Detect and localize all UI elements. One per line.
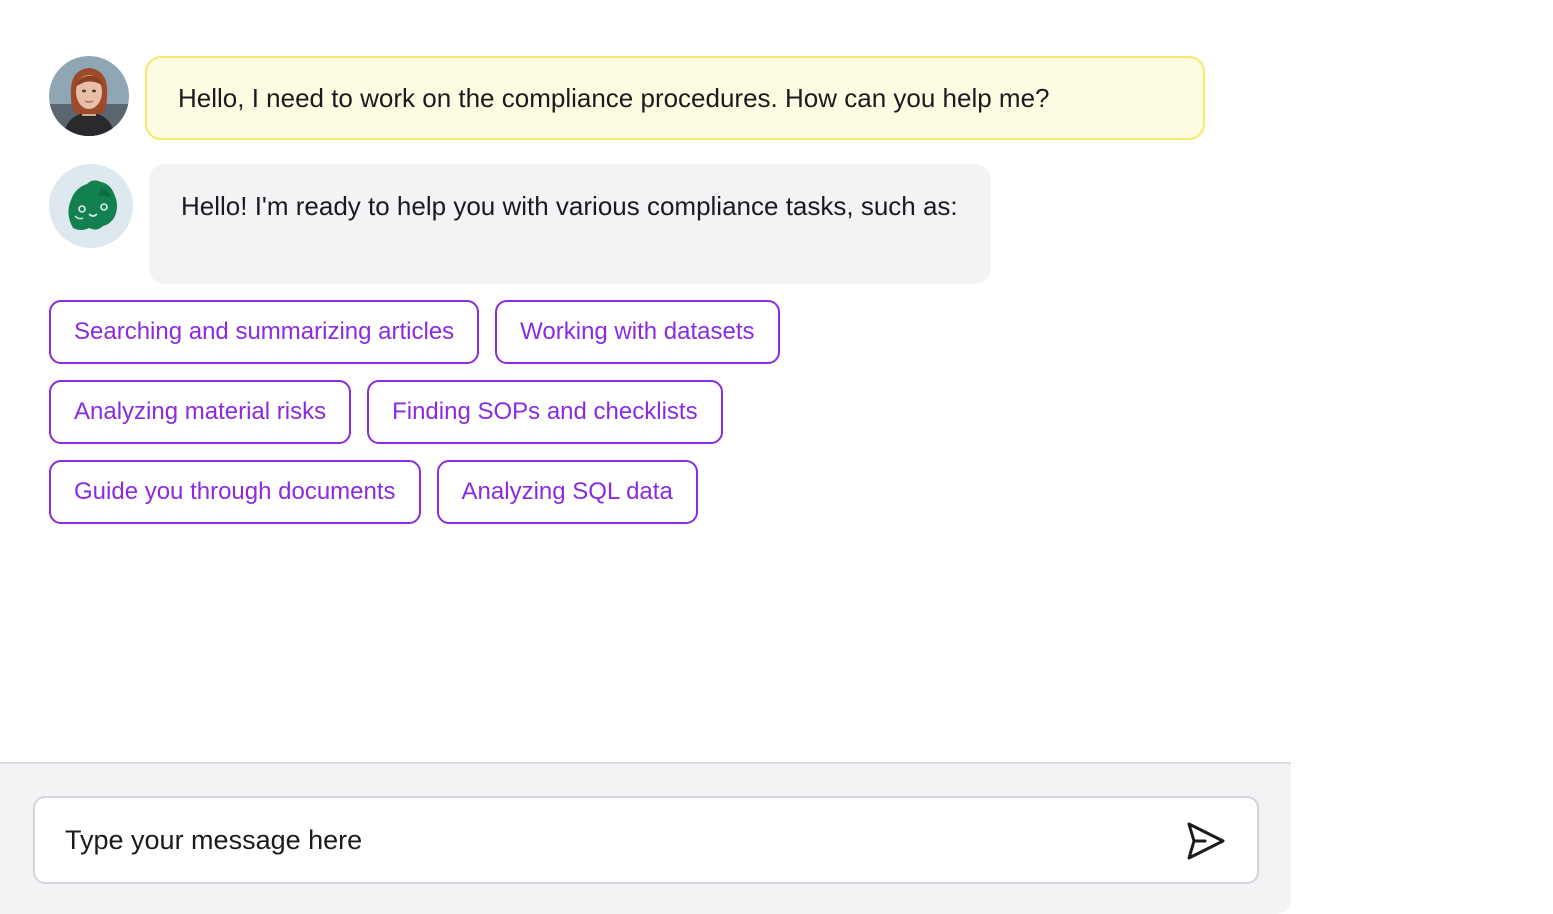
suggestion-row: Searching and summarizing articles Worki… (49, 300, 949, 364)
suggestion-chip[interactable]: Analyzing material risks (49, 380, 352, 444)
message-list: Hello, I need to work on the compliance … (0, 0, 1291, 762)
send-button[interactable] (1183, 818, 1229, 864)
suggestion-chip[interactable]: Working with datasets (495, 300, 780, 364)
message-composer (0, 762, 1291, 914)
suggestion-chip[interactable]: Guide you through documents (49, 460, 421, 524)
green-parrot-mascot-icon (49, 164, 133, 248)
user-message-text: Hello, I need to work on the compliance … (178, 83, 1050, 113)
suggestion-chip[interactable]: Finding SOPs and checklists (367, 380, 723, 444)
chat-window: Hello, I need to work on the compliance … (0, 0, 1291, 914)
suggestion-chips: Searching and summarizing articles Worki… (49, 300, 949, 540)
message-input[interactable] (65, 798, 1165, 882)
assistant-avatar (49, 164, 133, 248)
message-input-box (33, 796, 1259, 884)
suggestion-chip[interactable]: Searching and summarizing articles (49, 300, 480, 364)
assistant-message-text: Hello! I'm ready to help you with variou… (181, 191, 958, 221)
user-avatar (49, 56, 129, 136)
assistant-message-bubble: Hello! I'm ready to help you with variou… (149, 164, 991, 284)
user-message-bubble: Hello, I need to work on the compliance … (145, 56, 1205, 140)
suggestion-row: Guide you through documents Analyzing SQ… (49, 460, 949, 524)
suggestion-row: Analyzing material risks Finding SOPs an… (49, 380, 949, 444)
suggestion-chip[interactable]: Analyzing SQL data (436, 460, 698, 524)
send-icon (1187, 822, 1225, 860)
